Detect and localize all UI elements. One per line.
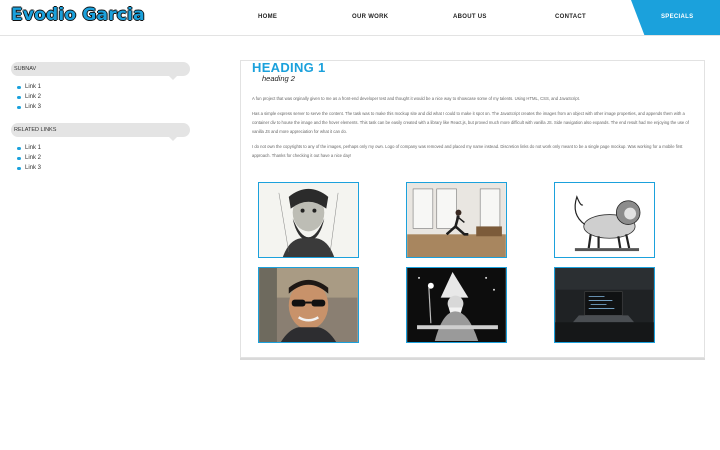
related-item: Link 3 bbox=[17, 163, 41, 173]
related-links-list: Link 1 Link 2 Link 3 bbox=[17, 143, 41, 173]
laptop-dark-desk-image bbox=[555, 268, 654, 342]
subnav-header[interactable]: SUBNAV bbox=[11, 62, 190, 80]
subnav-title: SUBNAV bbox=[14, 66, 37, 72]
related-link-2[interactable]: Link 2 bbox=[25, 155, 41, 161]
related-item: Link 1 bbox=[17, 143, 41, 153]
specials-label: SPECIALS bbox=[661, 14, 694, 20]
intro-paragraph: A fun project that was orginally given t… bbox=[252, 96, 580, 101]
subnav-item: Link 2 bbox=[17, 92, 41, 102]
gallery-image-laptop[interactable] bbox=[554, 267, 655, 343]
nav-about-us-link[interactable]: ABOUT US bbox=[453, 14, 487, 20]
gallery-image-bearded-man[interactable] bbox=[258, 182, 359, 258]
content-card: HEADING 1 heading 2 A fun project that w… bbox=[240, 60, 705, 358]
bullet-icon bbox=[17, 156, 21, 160]
subnav-item: Link 1 bbox=[17, 82, 41, 92]
wizard-illustration-image bbox=[407, 268, 506, 342]
nav-home-link[interactable]: HOME bbox=[258, 14, 277, 20]
bearded-man-engraving-image bbox=[259, 183, 358, 257]
subnav-link-1[interactable]: Link 1 bbox=[25, 84, 41, 90]
disclaimer-paragraph: I do not own the copyrights to any of th… bbox=[252, 144, 683, 158]
bullet-icon bbox=[17, 166, 21, 170]
bullet-icon bbox=[17, 146, 21, 150]
subnav-item: Link 3 bbox=[17, 102, 41, 112]
related-link-1[interactable]: Link 1 bbox=[25, 145, 41, 151]
nav-contact-link[interactable]: CONTACT bbox=[555, 14, 586, 20]
nav-our-work-link[interactable]: OUR WORK bbox=[352, 14, 388, 20]
subnav-list: Link 1 Link 2 Link 3 bbox=[17, 82, 41, 112]
man-sunglasses-photo-image bbox=[259, 268, 358, 342]
yoga-woman-image bbox=[407, 183, 506, 257]
subnav-link-3[interactable]: Link 3 bbox=[25, 104, 41, 110]
page-heading-1: HEADING 1 bbox=[252, 60, 326, 75]
bullet-icon bbox=[17, 85, 21, 89]
gallery-image-man-sunglasses[interactable] bbox=[258, 267, 359, 343]
related-item: Link 2 bbox=[17, 153, 41, 163]
bullet-icon bbox=[17, 105, 21, 109]
specials-button[interactable]: SPECIALS bbox=[631, 0, 720, 35]
related-links-header[interactable]: RELATED LINKS bbox=[11, 123, 190, 141]
gallery-image-yoga[interactable] bbox=[406, 182, 507, 258]
related-link-3[interactable]: Link 3 bbox=[25, 165, 41, 171]
related-links-title: RELATED LINKS bbox=[14, 127, 57, 133]
site-logo[interactable]: Evodio Garcia bbox=[11, 5, 145, 25]
gallery-image-wizard[interactable] bbox=[406, 267, 507, 343]
details-paragraph: Has a simple express server to serve the… bbox=[252, 111, 689, 134]
subnav-link-2[interactable]: Link 2 bbox=[25, 94, 41, 100]
page-heading-2: heading 2 bbox=[262, 74, 295, 83]
top-navigation-bar: Evodio Garcia HOME OUR WORK ABOUT US CON… bbox=[0, 0, 720, 36]
lion-engraving-image bbox=[555, 183, 654, 257]
bullet-icon bbox=[17, 95, 21, 99]
gallery-image-lion[interactable] bbox=[554, 182, 655, 258]
